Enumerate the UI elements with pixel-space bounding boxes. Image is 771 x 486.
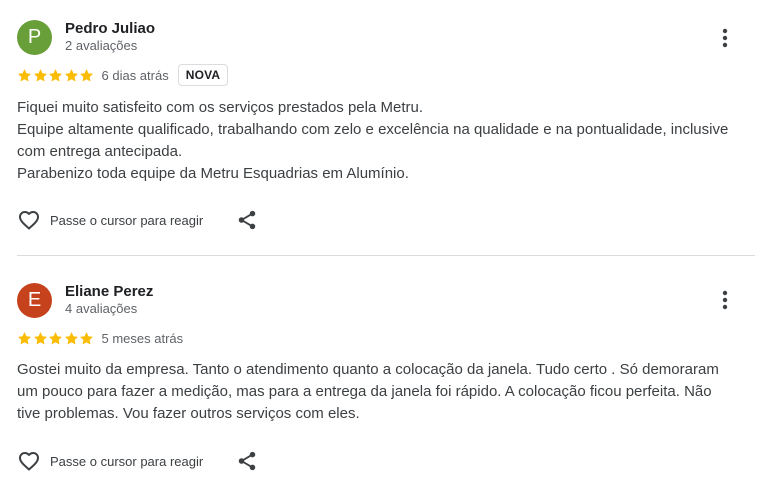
new-badge: NOVA (177, 64, 229, 86)
review-time: 6 dias atrás (101, 67, 169, 83)
review-text: Fiquei muito satisfeito com os serviços … (17, 97, 737, 185)
review-text-line: Parabenizo toda equipe da Metru Esquadri… (17, 165, 409, 182)
star-icon (33, 331, 48, 346)
react-label: Passe o cursor para reagir (50, 453, 204, 469)
review-time: 5 meses atrás (101, 330, 184, 346)
reviewer-name[interactable]: Pedro Juliao (65, 20, 155, 37)
review-text-line: Gostei muito da empresa. Tanto o atendim… (17, 361, 719, 422)
more-options-button[interactable] (712, 287, 738, 313)
rating-row: 5 meses atrás (17, 327, 183, 349)
reviewer-review-count: 4 avaliações (65, 301, 138, 316)
star-icon (33, 68, 48, 83)
avatar[interactable]: P (17, 20, 52, 55)
star-icon (17, 68, 32, 83)
star-rating (17, 68, 95, 83)
share-button[interactable] (236, 209, 258, 231)
heart-outline-icon (19, 211, 39, 230)
review-actions: Passe o cursor para reagir (17, 207, 258, 233)
share-icon (238, 210, 256, 230)
share-button[interactable] (236, 450, 258, 472)
star-icon (79, 68, 94, 83)
react-label: Passe o cursor para reagir (50, 212, 204, 228)
avatar[interactable]: E (17, 283, 52, 318)
review-text: Gostei muito da empresa. Tanto o atendim… (17, 359, 737, 425)
star-rating (17, 331, 95, 346)
star-icon (64, 331, 79, 346)
more-vert-icon (722, 290, 728, 310)
review-card: E Eliane Perez 4 avaliações 5 meses atrá… (0, 256, 771, 486)
heart-outline-icon (19, 452, 39, 471)
reviewer-name[interactable]: Eliane Perez (65, 283, 153, 300)
star-icon (17, 331, 32, 346)
more-vert-icon (722, 28, 728, 48)
react-button[interactable]: Passe o cursor para reagir (17, 449, 203, 473)
star-icon (64, 68, 79, 83)
rating-row: 6 dias atrás NOVA (17, 64, 229, 86)
reviewer-review-count: 2 avaliações (65, 38, 138, 53)
review-actions: Passe o cursor para reagir (17, 448, 258, 474)
review-text-line: Fiquei muito satisfeito com os serviços … (17, 99, 424, 116)
share-icon (238, 451, 256, 471)
star-icon (48, 331, 63, 346)
more-options-button[interactable] (712, 25, 738, 51)
review-text-line: Equipe altamente qualificado, trabalhand… (17, 121, 729, 160)
star-icon (48, 68, 63, 83)
react-button[interactable]: Passe o cursor para reagir (17, 208, 203, 232)
star-icon (79, 331, 94, 346)
review-card: P Pedro Juliao 2 avaliações 6 dias atrás… (0, 0, 771, 255)
